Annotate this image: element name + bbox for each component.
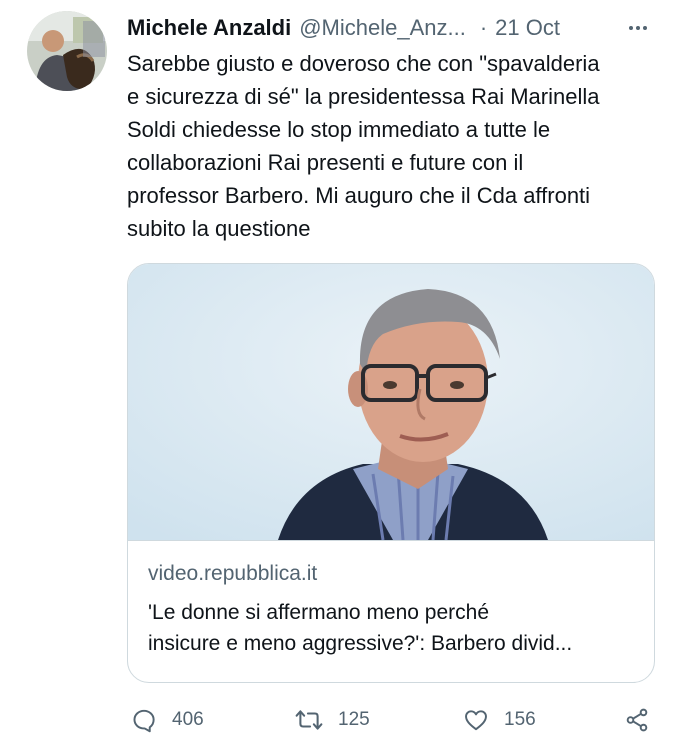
tweet: Michele Anzaldi @Michele_Anz... · 21 Oct… (0, 0, 682, 750)
share-icon (623, 707, 651, 733)
retweet-icon (295, 707, 323, 733)
header-separator: · (479, 15, 488, 40)
more-icon[interactable] (618, 13, 658, 43)
like-count: 156 (504, 709, 536, 730)
like-icon (463, 707, 489, 733)
author-name[interactable]: Michele Anzaldi (127, 15, 291, 41)
retweet-button[interactable]: 125 (295, 700, 370, 740)
tweet-date[interactable]: 21 Oct (495, 15, 560, 41)
link-card[interactable]: video.repubblica.it 'Le donne si afferma… (127, 263, 655, 683)
link-card-image (128, 264, 654, 540)
tweet-text: Sarebbe giusto e doveroso che con "spava… (127, 51, 600, 241)
author-handle[interactable]: @Michele_Anz... (299, 15, 466, 41)
like-button[interactable]: 156 (463, 700, 536, 740)
avatar[interactable] (27, 11, 107, 91)
reply-button[interactable]: 406 (131, 700, 204, 740)
share-button[interactable] (623, 700, 651, 740)
retweet-count: 125 (338, 709, 370, 730)
tweet-header: Michele Anzaldi @Michele_Anz... · 21 Oct (127, 13, 658, 43)
reply-icon (131, 707, 157, 733)
tweet-actions: 406 125 156 (127, 700, 657, 740)
reply-count: 406 (172, 709, 204, 730)
link-card-domain: video.repubblica.it (148, 562, 318, 585)
link-card-title: 'Le donne si affermano meno perché insic… (148, 601, 573, 655)
link-card-divider (128, 540, 654, 541)
